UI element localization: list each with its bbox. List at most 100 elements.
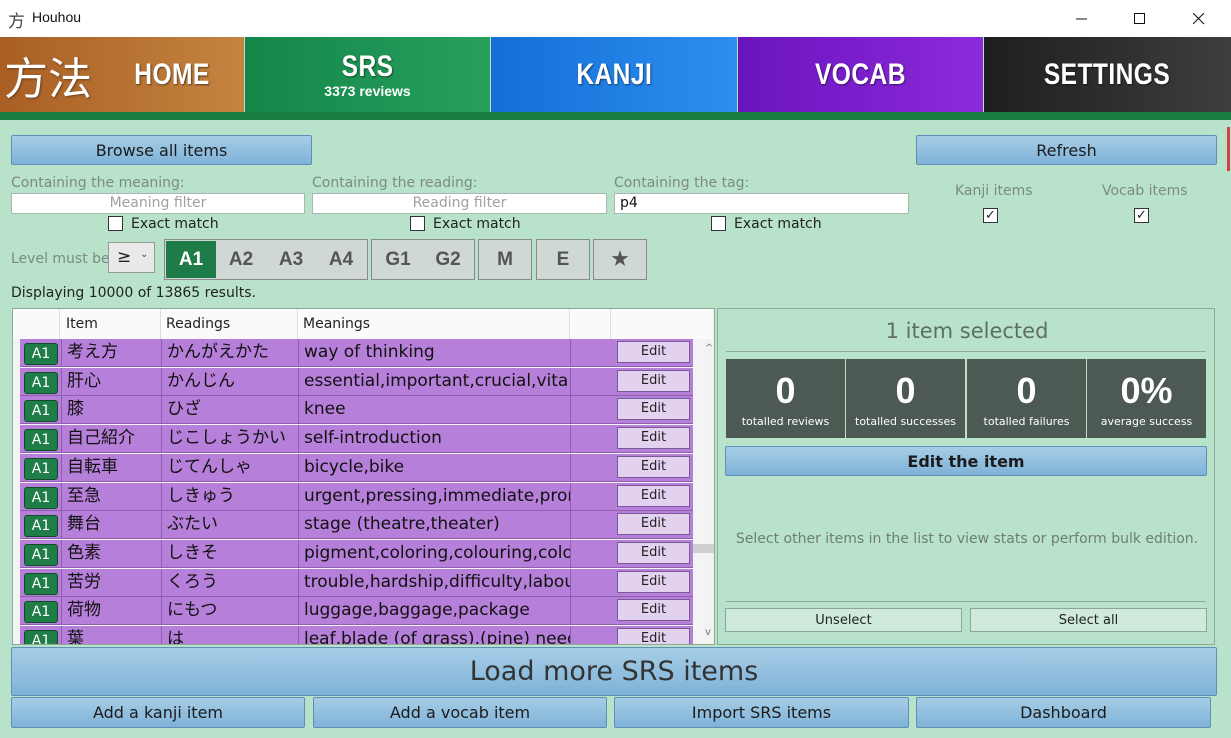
reading-cell: ひざ xyxy=(161,396,298,425)
meaning-cell: pigment,coloring,colouring,colorant xyxy=(298,539,570,568)
header-readings[interactable]: Readings xyxy=(161,309,298,339)
table-row[interactable]: A1 肝心 かんじん essential,important,crucial,vita… xyxy=(20,367,693,396)
level-a1[interactable]: A1 xyxy=(166,241,216,278)
unselect-button[interactable]: Unselect xyxy=(725,608,962,632)
tab-kanji[interactable]: KANJI xyxy=(491,37,737,112)
panel-divider xyxy=(726,351,1206,352)
level-badge: A1 xyxy=(24,371,58,394)
edit-button[interactable]: Edit xyxy=(617,484,690,507)
level-m[interactable]: M xyxy=(480,241,530,278)
level-operator-select[interactable]: ≥ ⌄ xyxy=(108,242,155,273)
table-row[interactable]: A1色素しきそpigment,coloring,colouring,colora… xyxy=(20,539,693,568)
table-row[interactable]: A1 考え方 かんがえかた way of thinking Edit xyxy=(20,339,693,367)
stat-successes-caption: totalled successes xyxy=(855,415,956,428)
meaning-exact-label: Exact match xyxy=(131,216,219,232)
edit-button[interactable]: Edit xyxy=(617,599,690,622)
dashboard-button[interactable]: Dashboard xyxy=(916,697,1211,728)
close-icon[interactable] xyxy=(1176,0,1222,37)
table-row[interactable]: A1 自転車 じてんしゃ bicycle,bike Edit xyxy=(20,453,693,482)
edit-button[interactable]: Edit xyxy=(617,513,690,536)
tag-filter-label: Containing the tag: xyxy=(614,175,750,191)
vocab-items-checkbox[interactable]: ✓ xyxy=(1134,208,1149,223)
extra-cell xyxy=(570,511,611,540)
main-nav: 方法 HOME SRS 3373 reviews KANJI VOCAB SET… xyxy=(0,37,1231,112)
reading-cell: くろう xyxy=(161,568,298,597)
table-scrollbar[interactable]: ^ v xyxy=(693,339,714,644)
stat-average-value: 0% xyxy=(1120,370,1173,411)
tab-home[interactable]: 方法 HOME xyxy=(0,37,244,112)
meaning-filter-input[interactable]: Meaning filter xyxy=(11,193,305,214)
edit-button[interactable]: Edit xyxy=(617,570,690,593)
extra-cell xyxy=(570,453,611,482)
minimize-icon[interactable] xyxy=(1059,0,1105,37)
level-badge: A1 xyxy=(24,429,58,452)
table-row[interactable]: A1苦労くろうtrouble,hardship,difficulty,labou… xyxy=(20,568,693,597)
table-row[interactable]: A1 自己紹介 じこしょうかい self-introduction Edit xyxy=(20,425,693,454)
edit-item-button[interactable]: Edit the item xyxy=(725,446,1207,476)
reading-exact-checkbox[interactable] xyxy=(410,216,425,231)
load-more-button[interactable]: Load more SRS items xyxy=(11,647,1217,696)
browse-all-button[interactable]: Browse all items xyxy=(11,135,312,165)
header-extra xyxy=(570,309,611,339)
kanji-items-label: Kanji items xyxy=(955,183,1033,199)
maximize-icon[interactable] xyxy=(1117,0,1163,37)
edit-button[interactable]: Edit xyxy=(617,427,690,450)
tag-exact-checkbox[interactable] xyxy=(711,216,726,231)
item-cell: 考え方 xyxy=(61,339,161,367)
tab-settings-label: SETTINGS xyxy=(1044,57,1171,91)
scroll-up-icon[interactable]: ^ xyxy=(705,343,713,354)
level-a4[interactable]: A4 xyxy=(316,241,366,278)
reading-cell: かんじん xyxy=(161,367,298,396)
refresh-button[interactable]: Refresh xyxy=(916,135,1217,165)
edit-button[interactable]: Edit xyxy=(617,455,690,478)
table-row[interactable]: A1 荷物 にもつ luggage,baggage,package Edit xyxy=(20,597,693,626)
tab-vocab[interactable]: VOCAB xyxy=(738,37,983,112)
edit-button[interactable]: Edit xyxy=(617,341,690,363)
add-kanji-button[interactable]: Add a kanji item xyxy=(11,697,305,728)
level-group-m: M xyxy=(478,239,532,280)
edit-button[interactable]: Edit xyxy=(617,398,690,421)
reading-cell: は xyxy=(161,626,298,644)
edit-button[interactable]: Edit xyxy=(617,628,690,644)
level-star[interactable]: ★ xyxy=(595,241,645,278)
select-all-button[interactable]: Select all xyxy=(970,608,1207,632)
scroll-down-icon[interactable]: v xyxy=(705,627,711,638)
app-logo: 方法 xyxy=(4,54,92,105)
level-group-a: A1 A2 A3 A4 xyxy=(164,239,368,280)
tab-settings[interactable]: SETTINGS xyxy=(984,37,1231,112)
header-meanings[interactable]: Meanings xyxy=(298,309,570,339)
reading-cell: じこしょうかい xyxy=(161,425,298,454)
tab-srs-label: SRS xyxy=(341,50,394,83)
level-badge: A1 xyxy=(24,400,58,423)
edit-button[interactable]: Edit xyxy=(617,369,690,392)
scrollbar-thumb[interactable] xyxy=(693,544,714,553)
table-row[interactable]: A1至急しきゅうurgent,pressing,immediate,prompt… xyxy=(20,482,693,511)
edit-button[interactable]: Edit xyxy=(617,541,690,564)
items-table: Item Readings Meanings A1 考え方 かんがえかた way of… xyxy=(12,308,715,645)
reading-filter-input[interactable]: Reading filter xyxy=(312,193,607,214)
add-vocab-button[interactable]: Add a vocab item xyxy=(313,697,607,728)
panel-divider-bottom xyxy=(726,601,1206,602)
meaning-exact-checkbox[interactable] xyxy=(108,216,123,231)
level-a3[interactable]: A3 xyxy=(266,241,316,278)
level-g1[interactable]: G1 xyxy=(373,241,423,278)
extra-cell xyxy=(570,339,611,367)
header-item[interactable]: Item xyxy=(61,309,161,339)
table-row[interactable]: A1 葉は leaf,blade (of grass),(pine) needle E… xyxy=(20,626,693,644)
tab-srs[interactable]: SRS 3373 reviews xyxy=(245,37,490,112)
level-g2[interactable]: G2 xyxy=(423,241,473,278)
import-srs-button[interactable]: Import SRS items xyxy=(614,697,909,728)
item-cell: 至急 xyxy=(61,482,161,511)
level-e[interactable]: E xyxy=(538,241,588,278)
table-row[interactable]: A1 膝ひざ knee Edit xyxy=(20,396,693,425)
meaning-cell: knee xyxy=(298,396,570,425)
level-a2[interactable]: A2 xyxy=(216,241,266,278)
window-titlebar: 方 Houhou xyxy=(0,0,1231,37)
kanji-items-checkbox[interactable]: ✓ xyxy=(983,208,998,223)
tab-kanji-label: KANJI xyxy=(576,57,652,91)
table-row[interactable]: A1 舞台 ぶたい stage (theatre,theater) Edit xyxy=(20,511,693,540)
extra-cell xyxy=(570,396,611,425)
tag-filter-input[interactable]: p4 xyxy=(614,193,909,214)
extra-cell xyxy=(570,597,611,626)
tag-exact-label: Exact match xyxy=(734,216,822,232)
